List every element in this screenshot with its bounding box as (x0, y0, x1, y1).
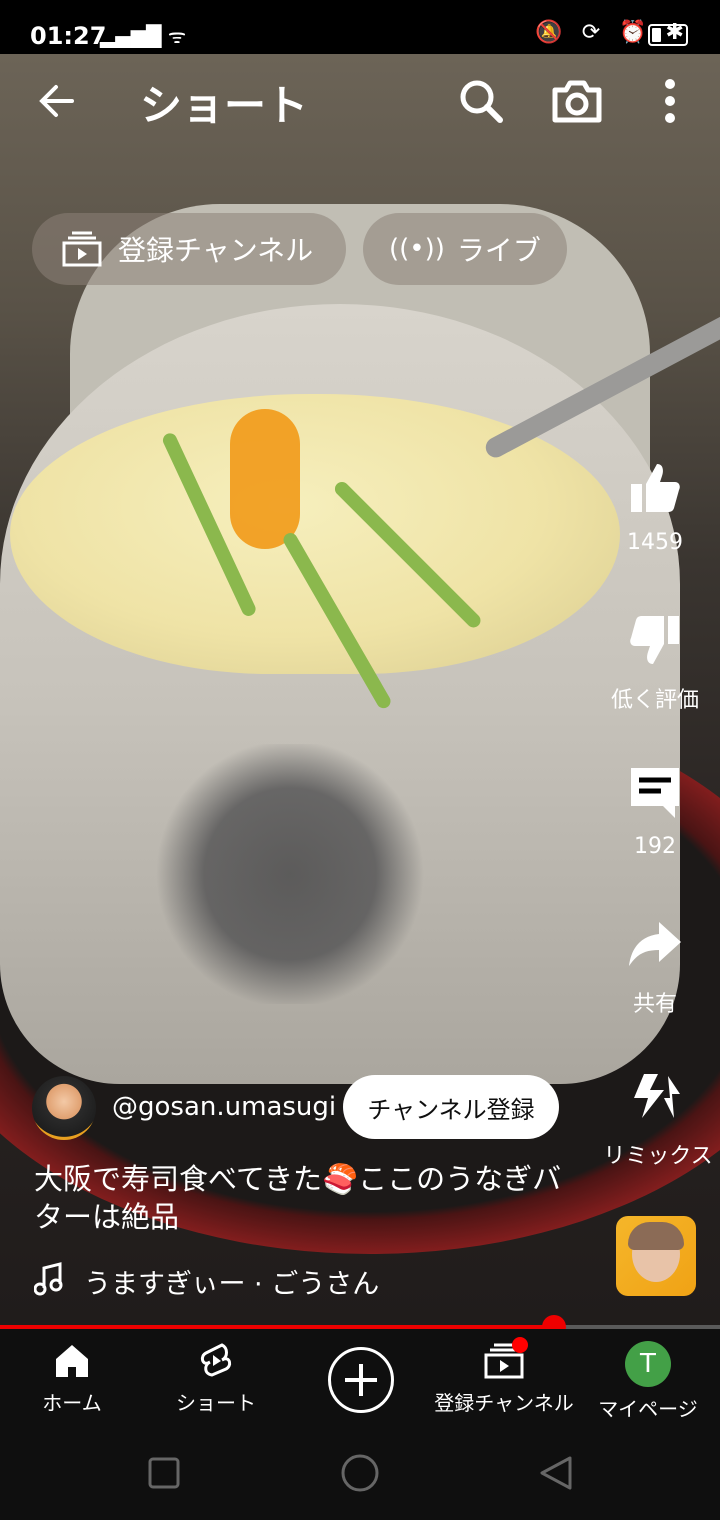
search-icon[interactable] (456, 76, 506, 126)
nav-mypage[interactable]: T マイページ (594, 1329, 702, 1425)
comment-icon (631, 768, 679, 818)
nav-subscriptions[interactable]: 登録チャンネル (430, 1329, 578, 1425)
chip-live-label: ライブ (456, 234, 541, 267)
system-back-icon[interactable] (538, 1455, 574, 1491)
share-label: 共有 (632, 992, 677, 1017)
nav-home-label: ホーム (42, 1391, 102, 1415)
like-button[interactable]: 1459 (600, 460, 710, 555)
comment-button[interactable]: 192 (600, 764, 710, 859)
video-caption[interactable]: 大阪で寿司食べてきた🍣ここのうなぎバターは絶品 (34, 1160, 574, 1236)
account-avatar: T (625, 1341, 671, 1387)
roe-garnish (230, 409, 300, 549)
signal-icon: ▂▄▆█ ᯤ (100, 24, 187, 48)
remix-icon (634, 1074, 680, 1118)
remix-thumbnail[interactable] (616, 1216, 696, 1296)
subscriptions-icon (62, 231, 102, 267)
status-time: 01:27 (30, 22, 107, 50)
chip-subscriptions-label: 登録チャンネル (118, 234, 314, 267)
music-note-icon (34, 1262, 63, 1296)
home-circle-icon[interactable] (340, 1453, 380, 1493)
home-icon (56, 1345, 88, 1377)
thumbs-up-icon (631, 464, 680, 512)
remix-avatar-hair (628, 1222, 684, 1250)
nav-home[interactable]: ホーム (20, 1329, 124, 1425)
share-button[interactable]: 共有 (600, 916, 710, 1018)
system-nav-bar (0, 1425, 720, 1520)
chip-subscriptions[interactable]: 登録チャンネル (32, 213, 346, 285)
back-arrow-icon[interactable] (36, 76, 86, 126)
remix-label: リミックス (603, 1144, 713, 1169)
chip-live[interactable]: ((•)) ライブ (363, 213, 567, 285)
dislike-button[interactable]: 低く評価 (600, 612, 710, 714)
music-label[interactable]: うますぎぃー · ごうさん (84, 1262, 379, 1301)
status-bar: 01:27 ▂▄▆█ ᯤ 🔕 ⟳ ⏰ ✱ (0, 0, 720, 54)
thumbs-down-icon (630, 616, 679, 664)
flower-pattern (150, 744, 430, 1004)
channel-avatar[interactable] (32, 1076, 96, 1140)
battery-icon (648, 24, 688, 46)
channel-handle[interactable]: @gosan.umasugi (112, 1092, 336, 1122)
comment-count: 192 (634, 834, 676, 859)
more-vert-icon[interactable] (650, 76, 690, 126)
remix-button[interactable]: リミックス (600, 1068, 716, 1170)
page-title: ショート (140, 81, 309, 130)
bottom-nav: ホーム ショート 登録チャンネル T マイページ (0, 1329, 720, 1425)
nav-shorts[interactable]: ショート (160, 1329, 272, 1425)
create-button[interactable] (328, 1347, 394, 1413)
like-count: 1459 (627, 530, 683, 555)
nav-shorts-label: ショート (176, 1391, 256, 1415)
camera-icon[interactable] (550, 76, 604, 126)
nav-subscriptions-label: 登録チャンネル (434, 1391, 574, 1415)
notification-dot (512, 1337, 528, 1353)
live-icon: ((•)) (389, 234, 445, 264)
shorts-icon (200, 1343, 232, 1377)
subscribe-button[interactable]: チャンネル登録 (343, 1075, 559, 1139)
dislike-label: 低く評価 (610, 688, 699, 713)
recent-apps-icon[interactable] (148, 1457, 180, 1489)
share-icon (629, 922, 681, 966)
nav-mypage-label: マイページ (598, 1397, 698, 1421)
